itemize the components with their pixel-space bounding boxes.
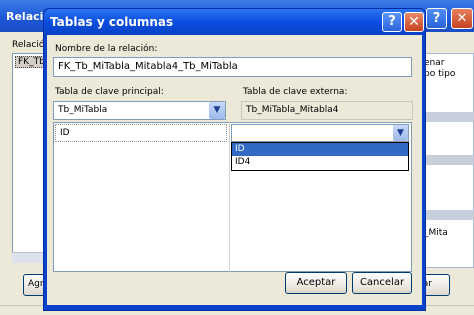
chevron-down-icon[interactable]: ▼ [209, 102, 225, 119]
chevron-down-icon[interactable]: ▼ [393, 125, 408, 141]
primary-key-table-label: Tabla de clave principal: [55, 87, 164, 97]
close-icon[interactable]: ✕ [451, 8, 473, 29]
help-icon[interactable]: ? [426, 8, 447, 29]
properties-text: enar po tipo [424, 58, 455, 80]
foreign-key-table-label: Tabla de clave externa: [243, 87, 348, 97]
foreign-key-table-field: Tb_MiTabla_Mitabla4 [241, 101, 413, 120]
help-icon[interactable]: ? [382, 12, 402, 32]
relation-name-input[interactable]: FK_Tb_MiTabla_Mitabla4_Tb_MiTabla [53, 57, 412, 77]
dropdown-option-id4[interactable]: ID4 [232, 156, 408, 169]
cancel-button[interactable]: Cancelar [352, 272, 412, 294]
properties-row [418, 155, 474, 165]
foreign-key-column-combo[interactable] [231, 124, 409, 142]
primary-key-column-cell[interactable]: ID [55, 124, 227, 142]
grid-divider [229, 122, 230, 272]
properties-row [418, 210, 474, 220]
properties-text-line: enar [424, 58, 445, 68]
relation-name-label: Nombre de la relación: [55, 44, 158, 54]
close-icon[interactable]: ✕ [404, 12, 424, 32]
properties-value: _Mita [424, 228, 448, 238]
dialog-title: Tablas y columnas [50, 15, 174, 29]
ok-button[interactable]: Aceptar [285, 272, 347, 294]
properties-text-line: po tipo [424, 69, 456, 79]
dropdown-option-id[interactable]: ID [232, 143, 408, 156]
primary-key-table-select[interactable]: Tb_MiTabla [53, 101, 226, 120]
properties-row [418, 112, 474, 122]
